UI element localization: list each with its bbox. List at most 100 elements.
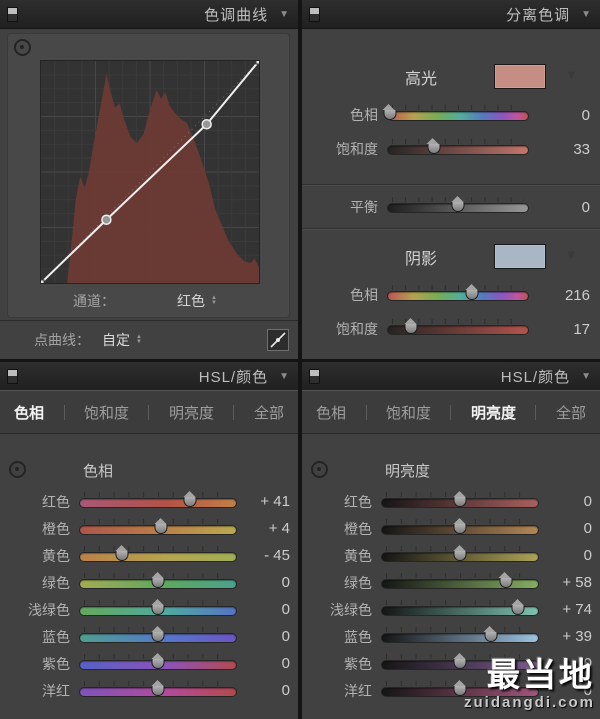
slider-value[interactable]: 0 (246, 601, 298, 618)
divider (302, 228, 600, 230)
highlights-color-swatch[interactable] (494, 64, 546, 89)
slider-value[interactable]: + 58 (548, 574, 600, 591)
hsl-title: HSL/颜色 (198, 368, 269, 386)
tab-3[interactable]: 明亮度 (169, 402, 214, 423)
slider-track[interactable] (387, 111, 529, 121)
tone-curve-graph[interactable] (40, 60, 260, 284)
collapse-caret-icon[interactable]: ▼ (279, 371, 289, 382)
slider-value[interactable]: + 39 (548, 628, 600, 645)
slider-label: 洋红 (42, 682, 70, 699)
slider-label: 橙色 (42, 520, 70, 537)
slider[interactable] (79, 544, 237, 567)
slider-value[interactable]: 216 (538, 287, 600, 304)
channel-select[interactable]: 红色 (177, 291, 205, 311)
slider-label: 饱和度 (336, 141, 378, 157)
split-toning-header[interactable]: 分离色调 ▼ (302, 0, 600, 29)
slider-row: 橙色 0 (302, 515, 600, 542)
slider-track[interactable] (381, 578, 539, 589)
slider[interactable] (381, 490, 539, 513)
slider-row: 饱和度 33 (302, 132, 600, 166)
tab-1[interactable]: 色相 (316, 402, 346, 423)
slider-row: 黄色 - 45 (0, 542, 298, 569)
slider[interactable] (381, 625, 539, 648)
collapse-caret-icon[interactable]: ▼ (581, 9, 591, 20)
tab-4[interactable]: 全部 (254, 402, 284, 423)
tone-curve-header[interactable]: 色调曲线 ▼ (0, 0, 298, 29)
panel-switch-icon[interactable] (7, 368, 18, 384)
slider-ticks (392, 139, 524, 144)
targeted-adjustment-icon[interactable] (311, 461, 328, 478)
tab-2[interactable]: 饱和度 (84, 402, 129, 423)
slider[interactable] (79, 571, 237, 594)
slider[interactable] (387, 284, 529, 306)
slider[interactable] (381, 571, 539, 594)
slider-value[interactable]: + 4 (246, 520, 298, 537)
slider-value[interactable]: 0 (548, 520, 600, 537)
slider[interactable] (79, 625, 237, 648)
panel-switch-icon[interactable] (7, 6, 18, 22)
slider-value[interactable]: 0 (246, 655, 298, 672)
point-curve-select[interactable]: 自定 (102, 330, 130, 350)
slider-row: 蓝色 0 (0, 623, 298, 650)
shadows-color-swatch[interactable] (494, 244, 546, 269)
slider-label: 洋红 (344, 682, 372, 699)
slider-value[interactable]: 17 (538, 321, 600, 338)
tab-divider (535, 404, 537, 420)
tone-curve-panel: 色调曲线 ▼ 通道： 红色 ▲ ▼ 点曲线： 自定 ▲ ▼ (0, 0, 298, 359)
tab-2[interactable]: 饱和度 (386, 402, 431, 423)
tab-3[interactable]: 明亮度 (471, 402, 516, 423)
tone-curve-widget: 通道： 红色 ▲ ▼ (7, 33, 290, 318)
slider-value[interactable]: - 45 (246, 547, 298, 564)
slider-row: 红色 + 41 (0, 488, 298, 515)
slider-track[interactable] (381, 632, 539, 643)
slider[interactable] (381, 517, 539, 540)
slider-track[interactable] (387, 291, 529, 301)
tab-divider (63, 404, 65, 420)
section-caret-icon[interactable]: ▼ (565, 247, 578, 262)
slider[interactable] (79, 517, 237, 540)
slider-track[interactable] (79, 551, 237, 562)
watermark-title: 最当地 (487, 656, 595, 693)
slider[interactable] (387, 196, 529, 218)
targeted-adjustment-icon[interactable] (9, 461, 26, 478)
section-caret-icon[interactable]: ▼ (565, 67, 578, 82)
slider-row: 蓝色 + 39 (302, 623, 600, 650)
slider[interactable] (382, 104, 529, 126)
slider[interactable] (381, 598, 539, 621)
panel-switch-icon[interactable] (309, 368, 320, 384)
stepper-icon[interactable]: ▲ ▼ (211, 295, 217, 306)
slider-value[interactable]: 0 (246, 574, 298, 591)
slider[interactable] (79, 679, 237, 702)
slider-value[interactable]: + 41 (246, 493, 298, 510)
slider[interactable] (79, 490, 237, 513)
slider-value[interactable]: 0 (548, 547, 600, 564)
panel-switch-icon[interactable] (309, 6, 320, 22)
slider-label: 红色 (42, 493, 70, 510)
watermark-domain: zuidangdi.com (464, 694, 595, 711)
collapse-caret-icon[interactable]: ▼ (581, 371, 591, 382)
targeted-adjustment-icon[interactable] (14, 39, 31, 56)
edit-point-curve-button[interactable] (267, 329, 289, 351)
slider[interactable] (79, 598, 237, 621)
tab-4[interactable]: 全部 (556, 402, 586, 423)
slider[interactable] (381, 544, 539, 567)
slider-value[interactable]: 0 (246, 682, 298, 699)
slider[interactable] (387, 138, 529, 160)
slider-value[interactable]: 0 (548, 493, 600, 510)
hsl-header[interactable]: HSL/颜色 ▼ (302, 362, 600, 391)
slider-track[interactable] (387, 145, 529, 155)
slider-row: 浅绿色 0 (0, 596, 298, 623)
slider-value[interactable]: + 74 (548, 601, 600, 618)
slider[interactable] (79, 652, 237, 675)
slider-value[interactable]: 0 (246, 628, 298, 645)
tab-1[interactable]: 色相 (14, 402, 44, 423)
slider-value[interactable]: 0 (538, 199, 600, 216)
slider-track[interactable] (79, 497, 237, 508)
slider-row: 红色 0 (302, 488, 600, 515)
slider-value[interactable]: 33 (538, 141, 600, 158)
slider-value[interactable]: 0 (538, 107, 600, 124)
stepper-icon[interactable]: ▲ ▼ (136, 334, 142, 345)
slider[interactable] (387, 318, 529, 340)
collapse-caret-icon[interactable]: ▼ (279, 9, 289, 20)
hsl-header[interactable]: HSL/颜色 ▼ (0, 362, 298, 391)
